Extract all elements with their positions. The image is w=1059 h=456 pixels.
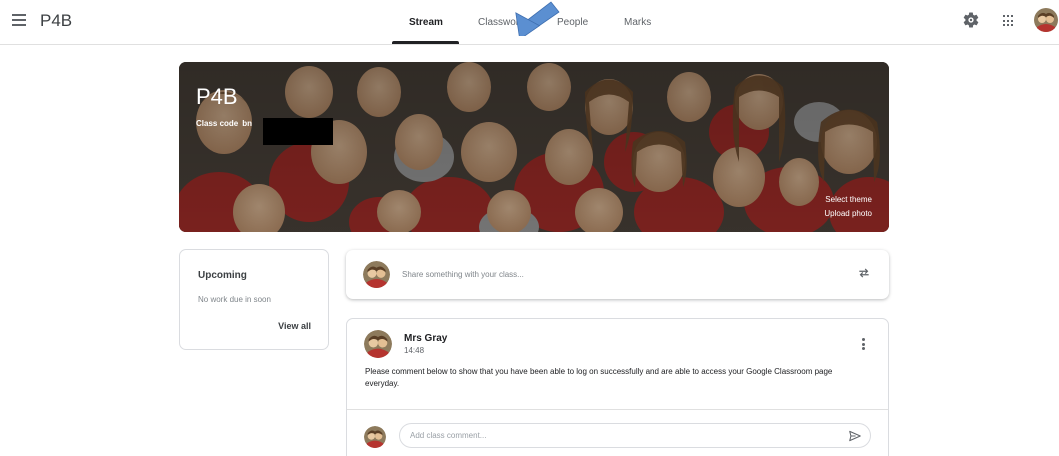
banner-class-title: P4B: [196, 84, 238, 109]
view-all-link[interactable]: View all: [278, 321, 311, 331]
class-banner: P4B Class code bn Select theme Upload pho…: [179, 62, 889, 232]
class-code[interactable]: Class code bn: [196, 119, 252, 128]
upcoming-title: Upcoming: [198, 270, 247, 281]
post-timestamp: 14:48: [404, 346, 425, 355]
tab-stream[interactable]: Stream: [409, 17, 443, 28]
post-body: Please comment below to show that you ha…: [365, 367, 833, 388]
redaction-box: [263, 118, 333, 145]
share-placeholder: Share something with your class...: [402, 270, 524, 279]
user-avatar: [363, 261, 390, 288]
commenter-avatar: [364, 426, 386, 448]
select-theme-link[interactable]: Select theme: [825, 195, 872, 204]
stream-post: Mrs Gray 14:48 Please comment below to s…: [346, 318, 889, 456]
account-avatar[interactable]: [1034, 8, 1058, 32]
class-photo: [179, 62, 889, 232]
author-avatar: [364, 330, 392, 358]
gear-icon[interactable]: [962, 11, 980, 29]
divider: [347, 409, 888, 410]
more-options-icon[interactable]: [862, 338, 866, 350]
tab-marks[interactable]: Marks: [624, 17, 651, 28]
comment-box: [399, 423, 871, 448]
apps-icon[interactable]: [1003, 15, 1015, 27]
class-code-label: Class code: [196, 119, 239, 128]
annotation-arrow-icon: [515, 1, 560, 36]
upload-photo-link[interactable]: Upload photo: [824, 209, 872, 218]
class-code-value: bn: [242, 119, 253, 128]
active-tab-indicator: [392, 41, 459, 44]
upcoming-empty-text: No work due in soon: [198, 295, 271, 304]
repost-icon[interactable]: [857, 266, 871, 280]
class-title[interactable]: P4B: [40, 11, 72, 31]
class-comment-input[interactable]: [410, 424, 830, 447]
post-author: Mrs Gray: [404, 333, 448, 344]
menu-icon[interactable]: [12, 14, 26, 26]
send-icon[interactable]: [848, 429, 862, 443]
upcoming-card: Upcoming No work due in soon View all: [179, 249, 329, 350]
share-with-class-box[interactable]: Share something with your class...: [346, 250, 889, 299]
